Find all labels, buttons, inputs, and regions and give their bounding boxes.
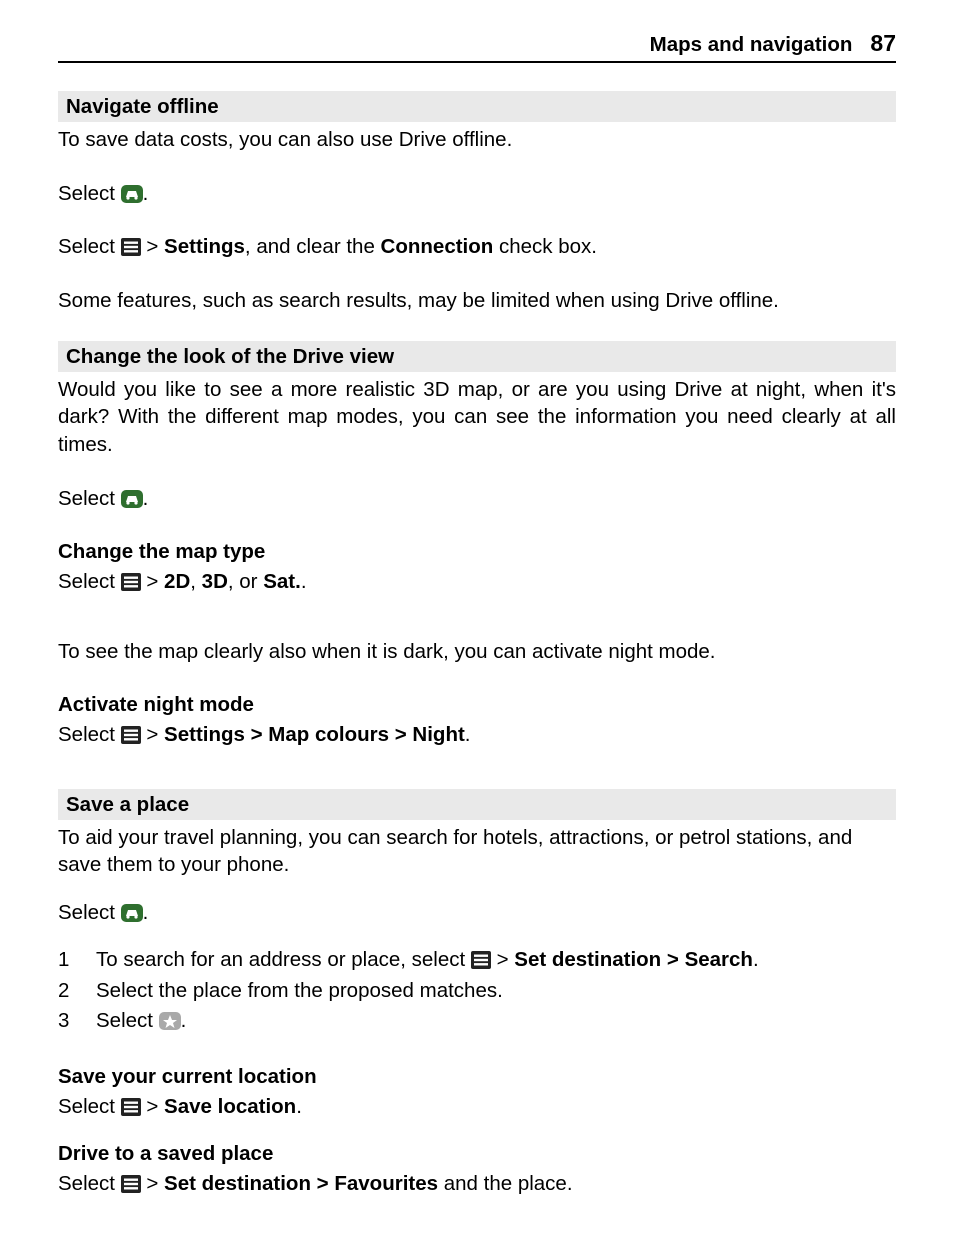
text: .	[181, 1009, 187, 1032]
section-heading: Change the look of the Drive view	[58, 341, 896, 372]
car-icon	[121, 185, 143, 203]
body-text: To save data costs, you can also use Dri…	[58, 126, 896, 154]
text: >	[661, 948, 684, 971]
menu-icon	[121, 238, 141, 256]
text: >	[245, 723, 268, 746]
text: .	[465, 723, 471, 746]
text: Select	[58, 235, 121, 258]
step-text: Select .	[96, 1006, 186, 1037]
text: Select	[58, 182, 121, 205]
numbered-steps: 1 To search for an address or place, sel…	[58, 945, 896, 1037]
header-page-number: 87	[870, 30, 896, 57]
text: , or	[228, 570, 263, 593]
text: .	[143, 182, 149, 205]
text: >	[311, 1172, 334, 1195]
text: >	[491, 948, 514, 971]
body-text: Would you like to see a more realistic 3…	[58, 376, 896, 459]
subheading: Save your current location	[58, 1063, 896, 1091]
text: >	[141, 235, 164, 258]
menu-label: Settings	[164, 723, 245, 746]
instruction-line: Select .	[58, 180, 896, 208]
text: Select	[58, 723, 121, 746]
step-number: 3	[58, 1006, 96, 1037]
header-section-title: Maps and navigation	[650, 33, 853, 57]
section-save-place: Save a place To aid your travel planning…	[58, 789, 896, 1198]
section-heading: Navigate offline	[58, 91, 896, 122]
instruction-line: Select .	[58, 485, 896, 513]
instruction-line: Select > Settings > Map colours > Night.	[58, 721, 896, 749]
step-item: 1 To search for an address or place, sel…	[58, 945, 896, 976]
section-change-look: Change the look of the Drive view Would …	[58, 341, 896, 749]
text: To search for an address or place, selec…	[96, 948, 471, 971]
instruction-line: Select .	[58, 899, 896, 927]
body-text: To aid your travel planning, you can sea…	[58, 824, 896, 879]
menu-label: Night	[412, 723, 464, 746]
menu-label: Favourites	[334, 1172, 438, 1195]
text: >	[141, 1172, 164, 1195]
text: Select	[58, 1172, 121, 1195]
body-text: Some features, such as search results, m…	[58, 287, 896, 315]
step-number: 2	[58, 976, 96, 1007]
menu-label: Connection	[381, 235, 494, 258]
menu-icon	[121, 726, 141, 744]
text: >	[141, 723, 164, 746]
text: >	[141, 570, 164, 593]
text: .	[301, 570, 307, 593]
text: Select	[96, 1009, 159, 1032]
step-item: 2 Select the place from the proposed mat…	[58, 976, 896, 1007]
menu-label: Map colours	[268, 723, 389, 746]
menu-label: Sat.	[263, 570, 301, 593]
menu-label: Search	[685, 948, 753, 971]
star-icon	[159, 1012, 181, 1030]
instruction-line: Select > Set destination > Favourites an…	[58, 1170, 896, 1198]
subheading: Drive to a saved place	[58, 1140, 896, 1168]
instruction-line: Select > 2D, 3D, or Sat..	[58, 568, 896, 596]
text: and the place.	[438, 1172, 573, 1195]
menu-icon	[121, 1175, 141, 1193]
step-text: To search for an address or place, selec…	[96, 945, 759, 976]
text: Select	[58, 1095, 121, 1118]
step-number: 1	[58, 945, 96, 976]
instruction-line: Select > Settings, and clear the Connect…	[58, 233, 896, 261]
step-text: Select the place from the proposed match…	[96, 976, 503, 1007]
text: .	[753, 948, 759, 971]
subheading: Change the map type	[58, 538, 896, 566]
body-text: To see the map clearly also when it is d…	[58, 638, 896, 666]
menu-label: Set destination	[164, 1172, 311, 1195]
instruction-line: Select > Save location.	[58, 1093, 896, 1121]
menu-label: Save location	[164, 1095, 296, 1118]
text: , and clear the	[245, 235, 381, 258]
menu-label: 2D	[164, 570, 190, 593]
text: .	[296, 1095, 302, 1118]
text: check box.	[493, 235, 597, 258]
step-item: 3 Select .	[58, 1006, 896, 1037]
text: Select	[58, 487, 121, 510]
text: Select	[58, 901, 121, 924]
text: >	[141, 1095, 164, 1118]
text: .	[143, 487, 149, 510]
text: Select	[58, 570, 121, 593]
car-icon	[121, 904, 143, 922]
section-navigate-offline: Navigate offline To save data costs, you…	[58, 91, 896, 315]
menu-label: Settings	[164, 235, 245, 258]
menu-icon	[121, 1098, 141, 1116]
text: ,	[190, 570, 201, 593]
page-header: Maps and navigation 87	[58, 30, 896, 63]
text: >	[389, 723, 412, 746]
page: Maps and navigation 87 Navigate offline …	[0, 0, 954, 1198]
car-icon	[121, 490, 143, 508]
section-heading: Save a place	[58, 789, 896, 820]
menu-label: 3D	[202, 570, 228, 593]
text: .	[143, 901, 149, 924]
menu-icon	[121, 573, 141, 591]
menu-label: Set destination	[514, 948, 661, 971]
menu-icon	[471, 951, 491, 969]
subheading: Activate night mode	[58, 691, 896, 719]
